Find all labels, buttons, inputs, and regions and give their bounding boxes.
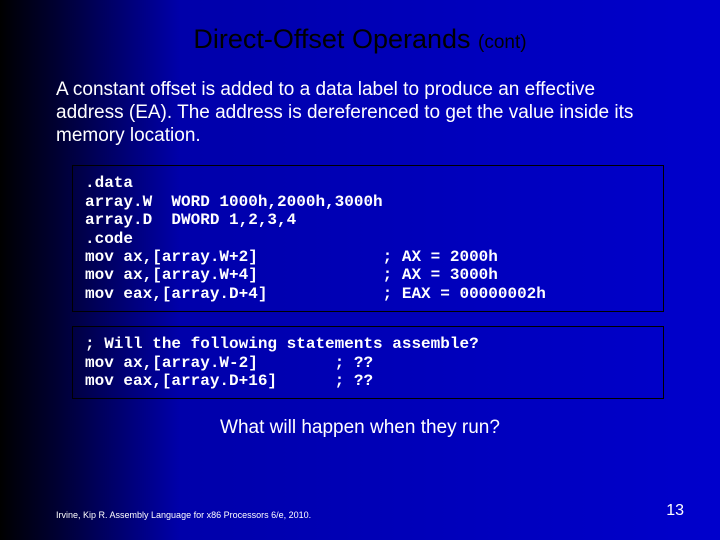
question-text: What will happen when they run? <box>0 413 720 439</box>
footer-citation: Irvine, Kip R. Assembly Language for x86… <box>56 510 311 520</box>
slide-title: Direct-Offset Operands (cont) <box>0 0 720 73</box>
title-cont: (cont) <box>478 32 527 53</box>
page-number: 13 <box>666 502 684 520</box>
code-block-2: ; Will the following statements assemble… <box>72 326 664 399</box>
body-paragraph: A constant offset is added to a data lab… <box>0 73 720 161</box>
title-main: Direct-Offset Operands <box>193 24 478 54</box>
code-block-1: .data array.W WORD 1000h,2000h,3000h arr… <box>72 165 664 312</box>
